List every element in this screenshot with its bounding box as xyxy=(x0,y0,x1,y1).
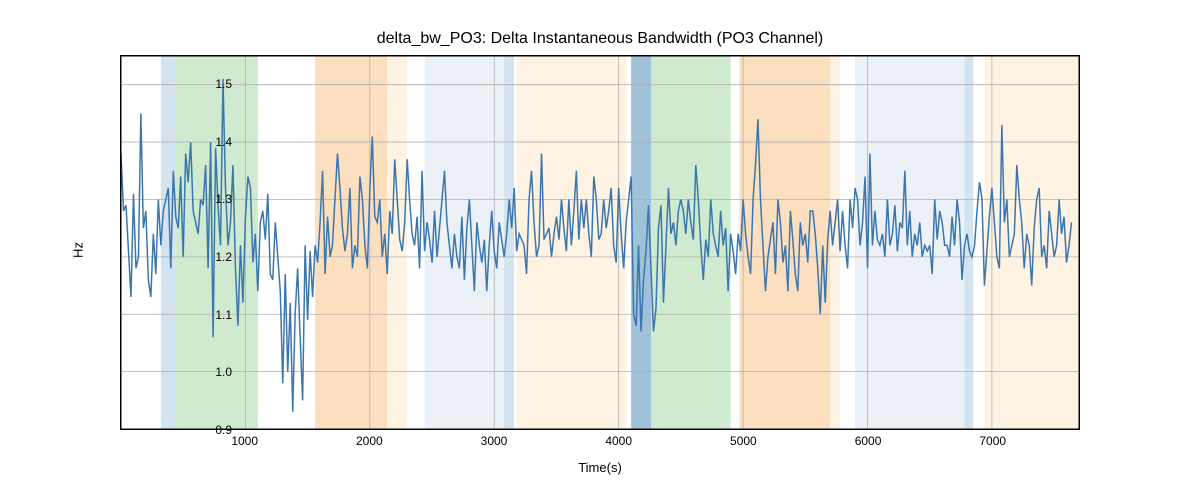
ytick-label: 1.5 xyxy=(215,77,232,91)
ytick-label: 1.4 xyxy=(215,135,232,149)
xtick-label: 3000 xyxy=(481,434,508,448)
xtick-label: 5000 xyxy=(730,434,757,448)
ytick-label: 1.3 xyxy=(215,192,232,206)
xtick-label: 7000 xyxy=(979,434,1006,448)
experiment-span xyxy=(631,56,651,429)
x-axis-label: Time(s) xyxy=(578,460,622,475)
ytick-label: 0.9 xyxy=(215,423,232,437)
ytick-label: 1.2 xyxy=(215,250,232,264)
plot-area xyxy=(120,55,1080,430)
xtick-label: 6000 xyxy=(855,434,882,448)
experiment-span xyxy=(855,56,964,429)
experiment-span xyxy=(387,56,407,429)
chart-title: delta_bw_PO3: Delta Instantaneous Bandwi… xyxy=(0,30,1200,48)
chart-container xyxy=(120,55,1080,430)
xtick-label: 4000 xyxy=(605,434,632,448)
ytick-label: 1.1 xyxy=(215,308,232,322)
xtick-label: 1000 xyxy=(231,434,258,448)
xtick-label: 2000 xyxy=(356,434,383,448)
y-axis-label: Hz xyxy=(70,242,85,258)
experiment-span xyxy=(161,56,176,429)
ytick-label: 1.0 xyxy=(215,365,232,379)
